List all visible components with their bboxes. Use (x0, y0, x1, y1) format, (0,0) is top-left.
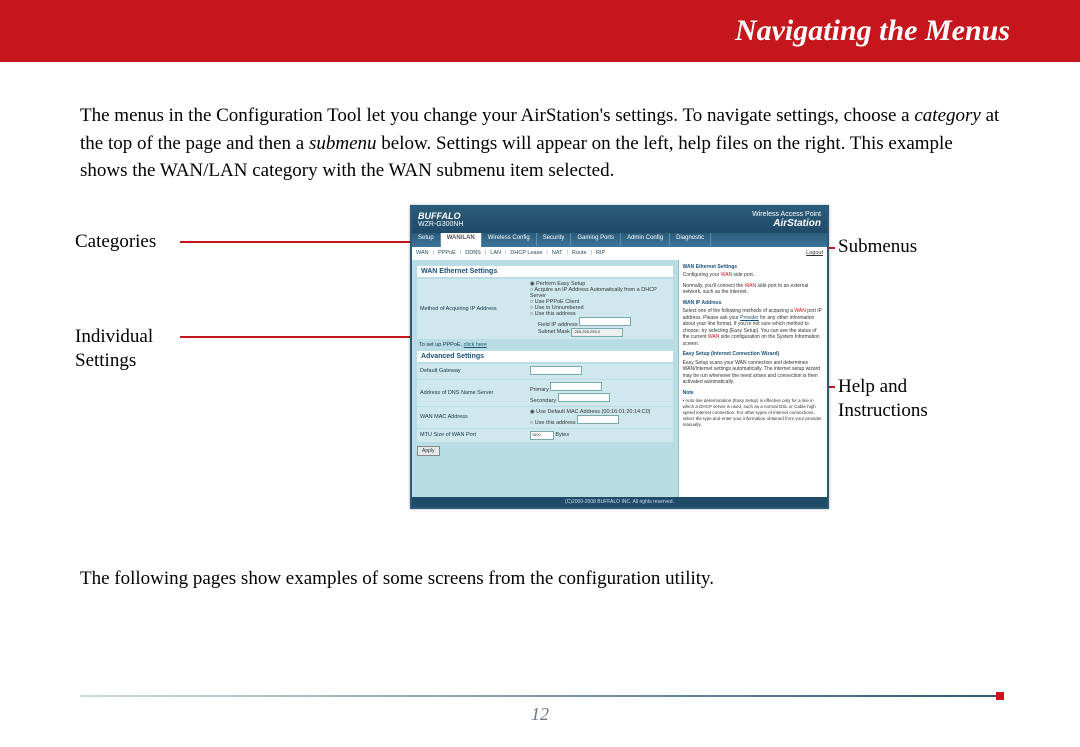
gateway-input[interactable] (530, 366, 582, 375)
settings-panel: WAN Ethernet Settings Method of Acquirin… (412, 260, 678, 507)
row-mac-label: WAN MAC Address (420, 414, 530, 420)
outro-paragraph: The following pages show examples of som… (80, 565, 1000, 593)
row-gateway-label: Default Gateway (420, 368, 530, 374)
leader-individual-settings (180, 336, 410, 338)
content-area: The menus in the Configuration Tool let … (0, 62, 1080, 592)
config-screenshot: BUFFALO WZR-G300NH Wireless Access Point… (410, 205, 829, 509)
opt-manual[interactable]: Use this address (535, 311, 576, 317)
opt-dhcp[interactable]: Acquire an IP Address Automatically from… (530, 287, 657, 299)
tab-setup[interactable]: Setup (412, 233, 441, 247)
sub-lan[interactable]: LAN (490, 250, 501, 256)
label-submenus: Submenus (838, 235, 917, 260)
help-easy-setup-text: Easy Setup scans your WAN connection and… (683, 360, 823, 386)
sub-pppoe[interactable]: PPPoE (438, 250, 456, 256)
sub-nat[interactable]: NAT (552, 250, 563, 256)
footer-accent (996, 692, 1004, 700)
page-number: 12 (0, 704, 1080, 725)
pppoe-text: To set up PPPoE, (419, 342, 462, 348)
apply-button[interactable]: Apply (417, 446, 440, 456)
intro-italic-category: category (914, 105, 980, 126)
tab-gaming[interactable]: Gaming Ports (571, 233, 621, 247)
row-dns-label: Address of DNS Name Server (420, 390, 530, 396)
shot-product-type: Wireless Access Point (752, 211, 821, 218)
submenu-bar: WAN| PPPoE| DDNS| LAN| DHCP Lease| NAT| … (412, 247, 827, 260)
label-categories: Categories (75, 230, 156, 255)
footer-rule (80, 695, 1000, 697)
form-title: WAN Ethernet Settings (417, 266, 673, 277)
dns-secondary-input[interactable] (558, 393, 610, 402)
sub-rip[interactable]: RIP (596, 250, 605, 256)
label-help-instructions: Help and Instructions (838, 375, 978, 424)
tab-wireless[interactable]: Wireless Config (482, 233, 537, 247)
opt-mac-custom[interactable]: Use this address (535, 420, 576, 426)
mtu-input[interactable]: 1500 (530, 431, 554, 440)
row-method-label: Method of Acquiring IP Address (420, 306, 530, 312)
subnet-input[interactable]: 255.255.255.0 (571, 328, 623, 337)
help-panel: WAN Ethernet Settings Configuring your W… (678, 260, 827, 507)
leader-categories (180, 241, 420, 243)
help-note-text: Auto line determination (Easy Setup) is … (683, 398, 822, 426)
advanced-title: Advanced Settings (417, 351, 673, 362)
shot-brand: BUFFALO (418, 211, 464, 221)
field-ip-input[interactable] (579, 317, 631, 326)
tab-security[interactable]: Security (537, 233, 572, 247)
shot-model: WZR-G300NH (418, 221, 464, 228)
shot-titlebar: BUFFALO WZR-G300NH Wireless Access Point… (412, 207, 827, 233)
sub-ddns[interactable]: DDNS (465, 250, 481, 256)
intro-paragraph: The menus in the Configuration Tool let … (80, 102, 1000, 185)
help-note-heading: Note (683, 390, 823, 397)
page-title: Navigating the Menus (735, 14, 1010, 48)
mac-input[interactable] (577, 415, 619, 424)
pppoe-link[interactable]: click here (464, 342, 487, 348)
shot-product-name: AirStation (773, 218, 821, 229)
screenshot-callout-area: Categories Submenus Individual Settings … (80, 205, 1000, 535)
help-heading-2: WAN IP Address (683, 300, 823, 307)
logout-link[interactable]: Logout (806, 250, 823, 256)
page-header: Navigating the Menus (0, 0, 1080, 62)
tab-admin[interactable]: Admin Config (621, 233, 670, 247)
tab-diagnostic[interactable]: Diagnostic (670, 233, 711, 247)
sub-wan[interactable]: WAN (416, 250, 429, 256)
intro-text-1: The menus in the Configuration Tool let … (80, 105, 914, 126)
tab-wanlan[interactable]: WAN/LAN (441, 233, 482, 247)
subnet-label: Subnet Mask (538, 329, 570, 335)
row-mtu-label: MTU Size of WAN Port (420, 432, 530, 438)
help-provider-link[interactable]: Provider (740, 315, 759, 321)
help-heading-3: Easy Setup (Internet Connection Wizard) (683, 351, 823, 358)
intro-italic-submenu: submenu (309, 133, 377, 154)
dns-primary-input[interactable] (550, 382, 602, 391)
sub-dhcp[interactable]: DHCP Lease (510, 250, 542, 256)
help-heading-1: WAN Ethernet Settings (683, 264, 823, 271)
category-tabbar: Setup WAN/LAN Wireless Config Security G… (412, 233, 827, 247)
label-individual-settings: Individual Settings (75, 325, 185, 374)
sub-route[interactable]: Route (572, 250, 587, 256)
shot-footer: (C)2000-2008 BUFFALO INC. All rights res… (412, 497, 827, 507)
